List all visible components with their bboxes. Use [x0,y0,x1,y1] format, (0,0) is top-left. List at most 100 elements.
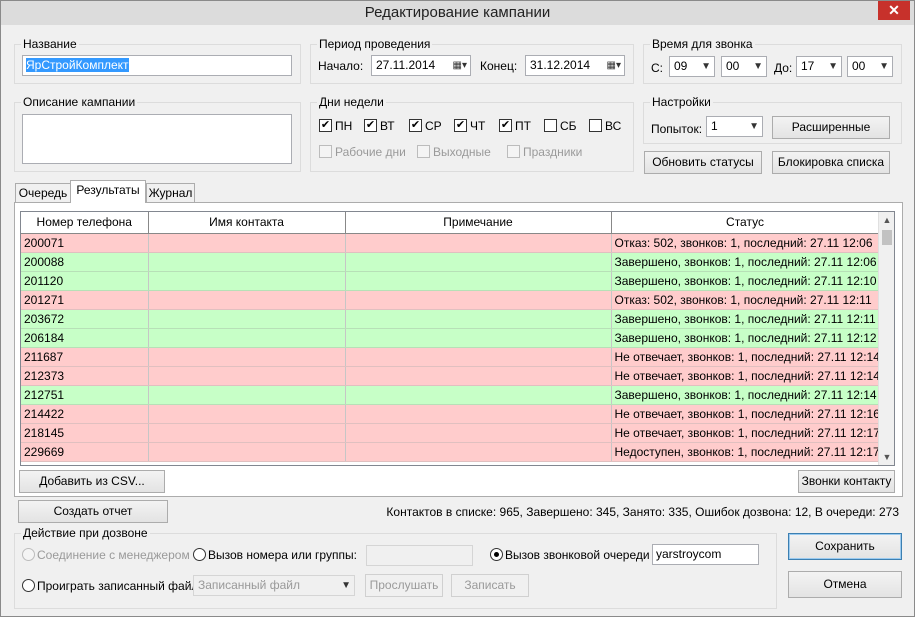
cell-phone: 211687 [21,347,149,367]
call-number-input [366,545,473,566]
to-hour-select[interactable]: 17 ▼ [796,56,842,77]
table-row[interactable]: 201120 Завершено, звонков: 1, последний: … [21,271,880,291]
update-statuses-button[interactable]: Обновить статусы [644,151,762,174]
attempts-select[interactable]: 1 ▼ [706,116,763,137]
attempts-label: Попыток: [651,122,703,136]
from-minute-select[interactable]: 00 ▼ [721,56,767,77]
column-header-contact-name[interactable]: Имя контакта [148,212,346,234]
close-icon[interactable]: ✕ [878,1,910,20]
chevron-down-icon: ▼ [749,121,759,132]
start-date-value: 27.11.2014 [376,58,436,72]
table-row[interactable]: 212373 Не отвечает, звонков: 1, последний… [21,366,880,386]
description-textarea[interactable] [22,114,292,164]
checkbox-weekends-label: Выходные [433,145,491,159]
campaign-name-value: ЯрСтройКомплект [26,58,129,72]
checkbox-thu-label: ЧТ [470,119,486,133]
table-row[interactable]: 206184 Завершено, звонков: 1, последний: … [21,328,880,348]
checkbox-sun[interactable] [589,119,602,132]
name-group-label: Название [21,37,79,51]
cell-note [345,233,612,253]
cell-phone: 212373 [21,366,149,386]
table-row[interactable]: 203672 Завершено, звонков: 1, последний: … [21,309,880,329]
checkbox-tue[interactable]: ✔ [364,119,377,132]
checkbox-holidays-label: Праздники [523,145,583,159]
table-row[interactable]: 211687 Не отвечает, звонков: 1, последний… [21,347,880,367]
table-row[interactable]: 200071 Отказ: 502, звонков: 1, последний:… [21,233,880,253]
column-header-status[interactable]: Статус [611,212,880,234]
radio-call-number[interactable] [193,548,206,561]
checkbox-mon-label: ПН [335,119,353,133]
column-header-note[interactable]: Примечание [345,212,612,234]
calendar-icon[interactable]: ▦▾ [453,56,467,75]
tab-queue[interactable]: Очередь [15,183,71,203]
radio-play-file[interactable] [22,579,35,592]
cell-contact-name [148,347,346,367]
table-row[interactable]: 229669 Недоступен, звонков: 1, последний:… [21,442,880,462]
recorded-file-value: Записанный файл [198,578,300,592]
start-date-picker[interactable]: 27.11.2014 ▦▾ [371,55,471,76]
radio-call-number-label: Вызов номера или группы: [208,548,357,562]
from-hour-value: 09 [674,59,688,73]
column-header-phone[interactable]: Номер телефона [21,212,149,234]
cancel-button[interactable]: Отмена [788,571,902,598]
tab-results[interactable]: Результаты [70,180,146,203]
campaign-stats: Контактов в списке: 965, Завершено: 345,… [386,505,899,519]
cell-note [345,290,612,310]
block-list-button[interactable]: Блокировка списка [772,151,890,174]
end-date-label: Конец: [480,59,518,73]
cell-status: Завершено, звонков: 1, последний: 27.11 … [611,252,880,272]
create-report-button[interactable]: Создать отчет [18,500,168,523]
table-row[interactable]: 200088 Завершено, звонков: 1, последний: … [21,252,880,272]
from-minute-value: 00 [726,59,740,73]
cell-contact-name [148,233,346,253]
scroll-thumb[interactable] [882,230,892,245]
scroll-down-icon[interactable]: ▼ [879,449,894,465]
results-scrollbar[interactable]: ▲ ▼ [878,212,894,465]
cell-phone: 218145 [21,423,149,443]
checkbox-fri-label: ПТ [515,119,531,133]
call-time-group-label: Время для звонка [650,37,755,51]
calendar-icon[interactable]: ▦▾ [607,56,621,75]
checkbox-sat[interactable] [544,119,557,132]
cell-note [345,271,612,291]
advanced-settings-button[interactable]: Расширенные [772,116,890,139]
radio-play-file-label: Проиграть записанный файл [37,579,199,593]
cell-contact-name [148,385,346,405]
cell-note [345,423,612,443]
save-button[interactable]: Сохранить [788,533,902,560]
table-row[interactable]: 201271 Отказ: 502, звонков: 1, последний:… [21,290,880,310]
radio-manager-connect-label: Соединение с менеджером [37,548,190,562]
table-row[interactable]: 218145 Не отвечает, звонков: 1, последний… [21,423,880,443]
results-table[interactable]: Номер телефона Имя контакта Примечание С… [20,211,895,466]
weekdays-group: Дни недели [310,95,634,172]
checkbox-thu[interactable]: ✔ [454,119,467,132]
cell-status: Завершено, звонков: 1, последний: 27.11 … [611,328,880,348]
add-from-csv-button[interactable]: Добавить из CSV... [19,470,165,493]
cell-status: Недоступен, звонков: 1, последний: 27.11… [611,442,880,462]
cell-status: Не отвечает, звонков: 1, последний: 27.1… [611,366,880,386]
chevron-down-icon: ▼ [828,61,838,72]
checkbox-fri[interactable]: ✔ [499,119,512,132]
contact-calls-button[interactable]: Звонки контакту [798,470,895,493]
to-minute-select[interactable]: 00 ▼ [847,56,893,77]
to-minute-value: 00 [852,59,866,73]
table-row[interactable]: 212751 Завершено, звонков: 1, последний: … [21,385,880,405]
record-button: Записать [451,574,529,597]
table-row[interactable]: 214422 Не отвечает, звонков: 1, последний… [21,404,880,424]
cell-status: Отказ: 502, звонков: 1, последний: 27.11… [611,233,880,253]
from-hour-select[interactable]: 09 ▼ [669,56,715,77]
cell-phone: 214422 [21,404,149,424]
chevron-down-icon: ▼ [341,580,351,591]
tab-journal[interactable]: Журнал [146,183,195,203]
checkbox-mon[interactable]: ✔ [319,119,332,132]
results-table-grid: Номер телефона Имя контакта Примечание С… [21,212,880,462]
queue-name-input[interactable]: yarstroycom [652,544,759,565]
radio-call-queue[interactable] [490,548,503,561]
cell-note [345,252,612,272]
cell-contact-name [148,404,346,424]
campaign-name-input[interactable]: ЯрСтройКомплект [22,55,292,76]
scroll-up-icon[interactable]: ▲ [879,212,894,228]
end-date-picker[interactable]: 31.12.2014 ▦▾ [525,55,625,76]
checkbox-workdays-label: Рабочие дни [335,145,406,159]
checkbox-wed[interactable]: ✔ [409,119,422,132]
